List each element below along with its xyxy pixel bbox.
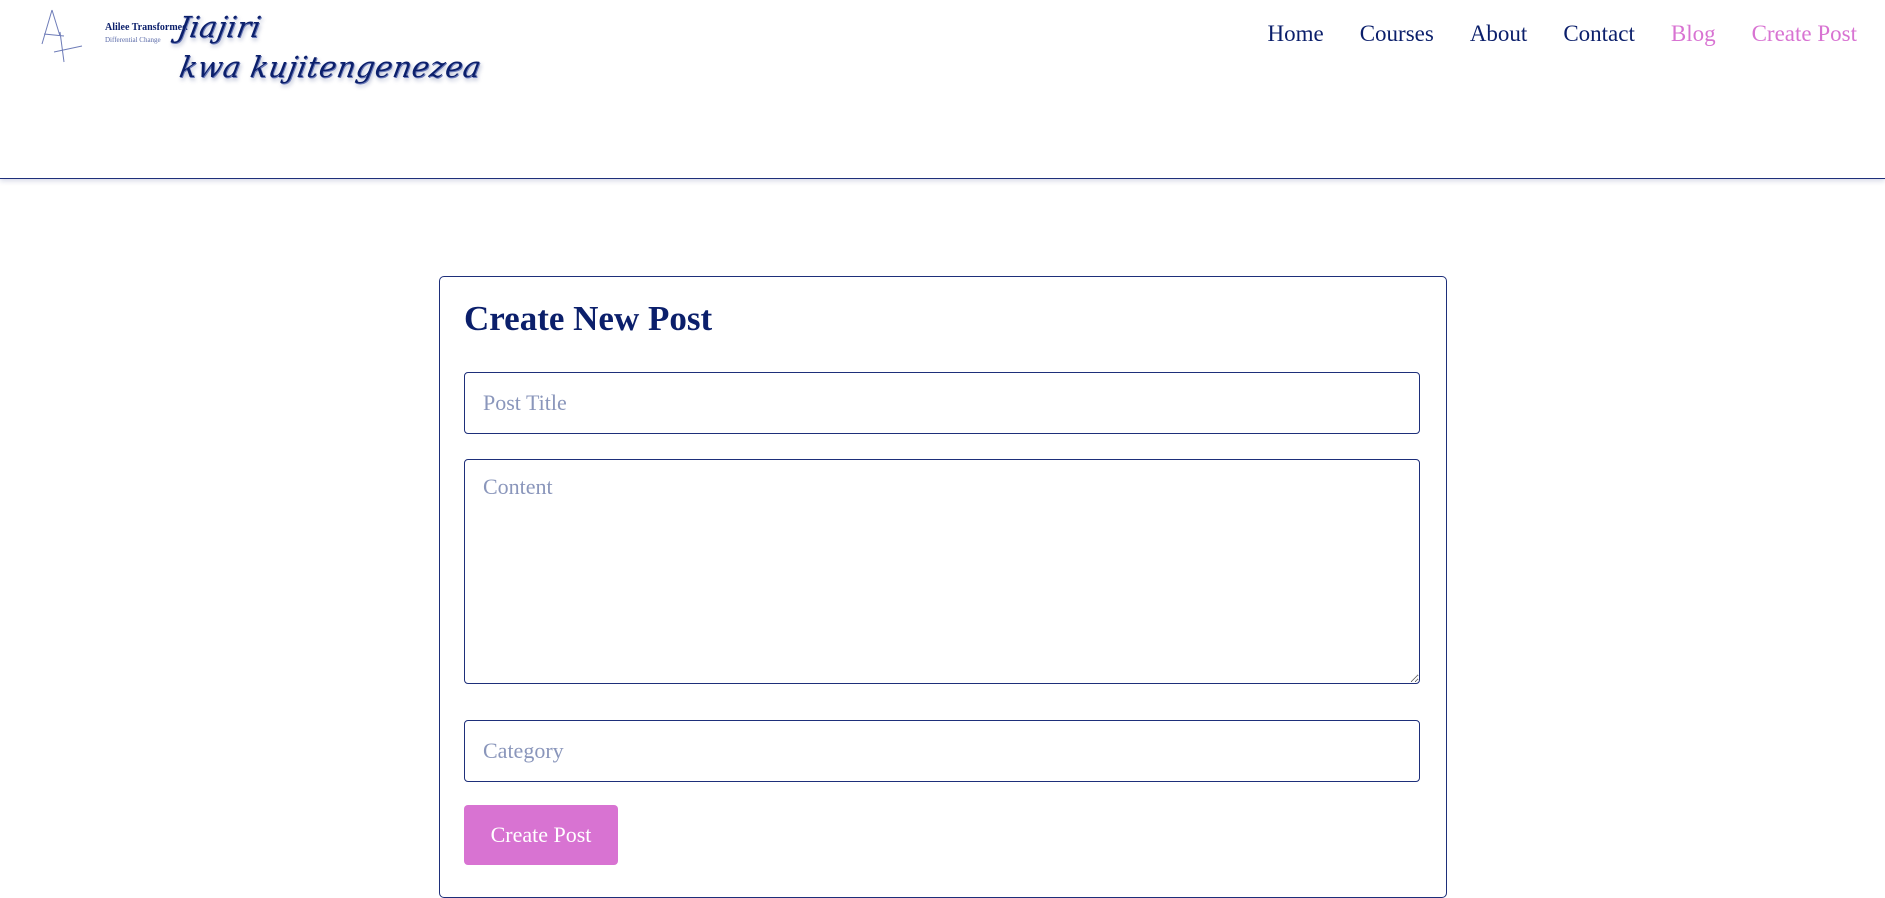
main-nav: Home Courses About Contact Blog Create P… xyxy=(1231,18,1857,50)
create-post-card: Create New Post Create Post xyxy=(439,276,1447,898)
nav-courses[interactable]: Courses xyxy=(1360,18,1434,50)
nav-about[interactable]: About xyxy=(1470,18,1528,50)
form-heading: Create New Post xyxy=(464,299,713,338)
nav-contact[interactable]: Contact xyxy=(1563,18,1635,50)
brand-script-line-2: kwa kujitengenezea xyxy=(177,50,485,84)
post-title-input[interactable] xyxy=(464,372,1420,434)
brand-name: Alilee Transformed xyxy=(105,22,188,33)
nav-home[interactable]: Home xyxy=(1267,18,1323,50)
brand-logo[interactable]: Alilee Transformed Differential Change xyxy=(38,6,188,68)
site-header: Alilee Transformed Differential Change J… xyxy=(0,0,1885,179)
post-category-input[interactable] xyxy=(464,720,1420,782)
brand-script-line-1: Jiajiri xyxy=(175,10,265,44)
logo-monogram-icon xyxy=(41,9,83,63)
brand-tagline: Differential Change xyxy=(105,36,161,44)
post-content-textarea[interactable] xyxy=(464,459,1420,684)
nav-blog[interactable]: Blog xyxy=(1671,18,1716,50)
create-post-button[interactable]: Create Post xyxy=(464,805,618,865)
nav-create-post[interactable]: Create Post xyxy=(1752,18,1857,50)
